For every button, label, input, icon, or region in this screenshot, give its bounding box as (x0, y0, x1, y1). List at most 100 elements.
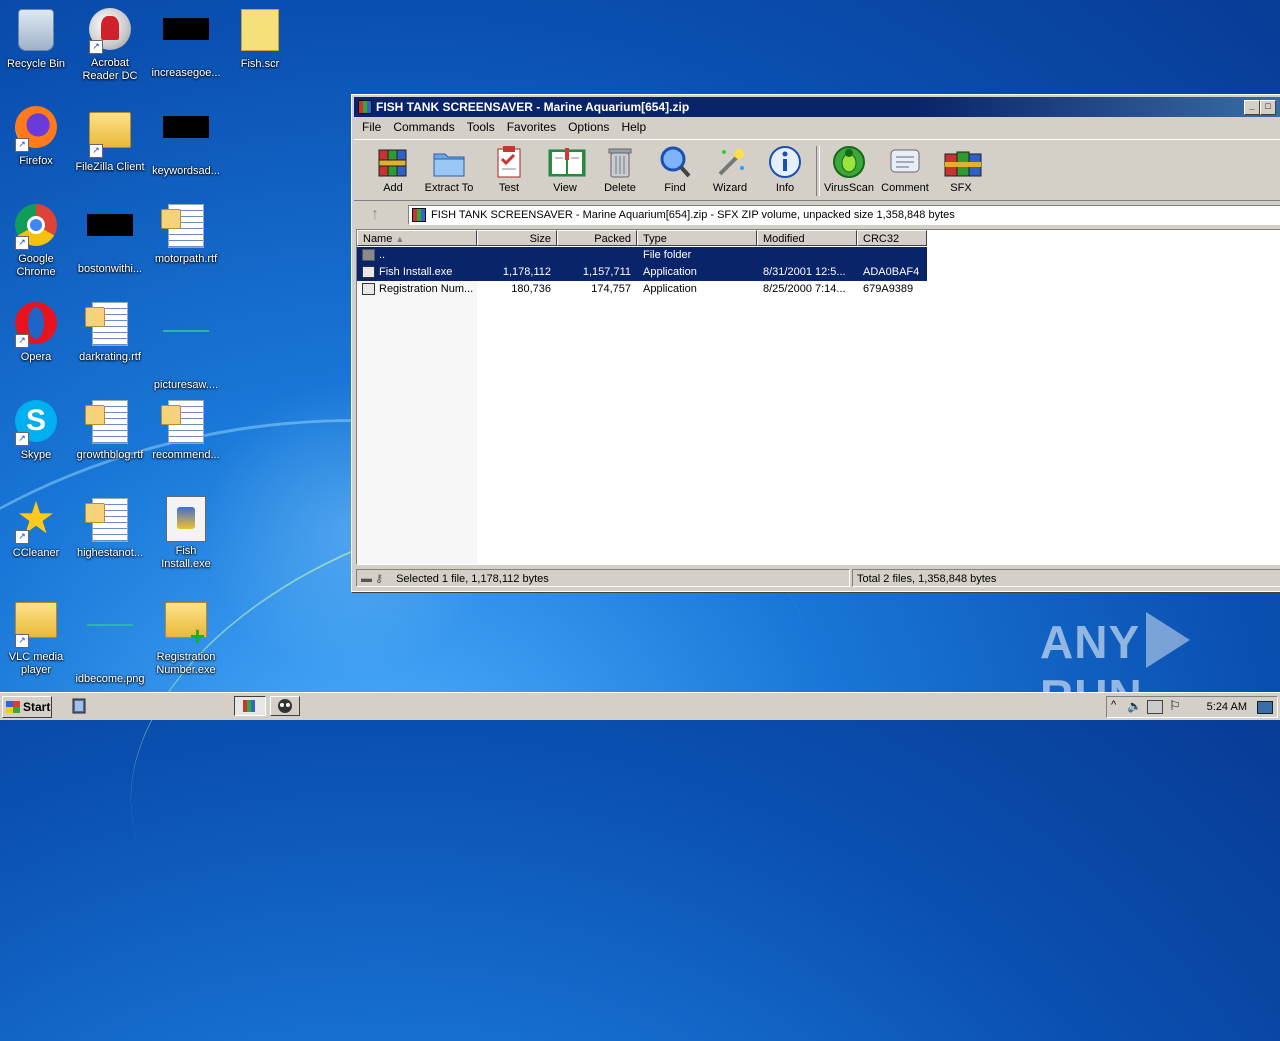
flag-icon[interactable]: ⚐ (1169, 698, 1181, 714)
rtf-document-icon (85, 302, 128, 346)
info-label: Info (775, 182, 795, 194)
chevron-up-icon[interactable]: ^ (1111, 699, 1116, 711)
desktop-icon-picturesaw[interactable]: picturesaw.... (150, 300, 222, 392)
shortcut-arrow-icon: ↗ (15, 334, 29, 348)
image-file-icon (87, 624, 133, 626)
image-file-icon (163, 330, 209, 332)
desktop-icon-vlc[interactable]: ↗ VLC media player (0, 594, 72, 677)
winrar-icon (358, 100, 372, 114)
volume-icon[interactable]: 🔈 (1127, 699, 1142, 713)
status-bar: ▬ ⚷ Selected 1 file, 1,178,112 bytes Tot… (354, 569, 1280, 589)
shortcut-arrow-icon: ↗ (15, 138, 29, 152)
menu-tools[interactable]: Tools (464, 120, 498, 134)
column-header-type[interactable]: Type (637, 230, 757, 246)
menu-favorites[interactable]: Favorites (504, 120, 559, 134)
column-header-name[interactable]: Name ▲ (357, 230, 477, 246)
minimize-button[interactable]: _ (1244, 100, 1260, 115)
redacted-file-icon (163, 116, 209, 138)
network-icon[interactable] (1147, 700, 1163, 714)
window-titlebar[interactable]: FISH TANK SCREENSAVER - Marine Aquarium[… (354, 97, 1280, 117)
screensaver-file-icon (241, 9, 279, 51)
menu-options[interactable]: Options (565, 120, 612, 134)
desktop-icon-ccleaner[interactable]: ★ ↗ CCleaner (0, 496, 72, 560)
desktop-icon-skype[interactable]: S ↗ Skype (0, 398, 72, 462)
window-title: FISH TANK SCREENSAVER - Marine Aquarium[… (376, 100, 690, 114)
test-clipboard-icon (491, 144, 527, 180)
desktop-icon-firefox[interactable]: ↗ Firefox (0, 104, 72, 168)
taskbar-winrar-button[interactable] (234, 696, 266, 716)
wand-icon (712, 144, 748, 180)
installer-exe-icon (166, 496, 206, 542)
view-button[interactable]: View (537, 142, 593, 194)
vlc-folder-icon (15, 602, 57, 638)
sfx-button[interactable]: SFX (933, 142, 989, 194)
info-icon (767, 144, 803, 180)
toolbar: Add Extract To Test View Delete Find Wiz… (354, 139, 1280, 201)
desktop-icon-increasegoe[interactable]: increasegoe... (150, 6, 222, 80)
desktop-icon-fish-install[interactable]: Fish Install.exe (150, 496, 222, 571)
delete-button[interactable]: Delete (592, 142, 648, 194)
maximize-button[interactable]: □ (1260, 100, 1276, 115)
desktop-icon-idbecome[interactable]: idbecome.png (74, 594, 146, 686)
desktop-icon-opera[interactable]: ↗ Opera (0, 300, 72, 364)
desktop-icon-recommend[interactable]: recommend... (150, 398, 222, 462)
column-header-crc32[interactable]: CRC32 (857, 230, 927, 246)
menu-commands[interactable]: Commands (390, 120, 457, 134)
clock[interactable]: 5:24 AM (1207, 697, 1247, 717)
desktop-icon-fish-scr[interactable]: Fish.scr (224, 6, 296, 71)
taskbar-app-button[interactable] (270, 696, 300, 716)
status-total: Total 2 files, 1,358,848 bytes (852, 569, 1280, 587)
show-desktop-icon[interactable] (1257, 701, 1273, 714)
archive-path-text: FISH TANK SCREENSAVER - Marine Aquarium[… (431, 209, 955, 221)
comment-button[interactable]: Comment (877, 142, 933, 194)
info-button[interactable]: Info (757, 142, 813, 194)
address-bar: ↑ FISH TANK SCREENSAVER - Marine Aquariu… (354, 205, 1280, 227)
desktop-icon-growthblog[interactable]: growthblog.rtf (74, 398, 146, 462)
trash-icon (602, 144, 638, 180)
column-header-size[interactable]: Size (477, 230, 557, 246)
table-row[interactable]: Registration Num... 180,736 174,757 Appl… (357, 281, 927, 298)
desktop-icon-darkrating[interactable]: darkrating.rtf (74, 300, 146, 364)
rtf-document-icon (161, 204, 204, 248)
desktop-icon-registration[interactable]: + Registration Number.exe (150, 594, 222, 677)
up-level-button[interactable]: ↑ (356, 206, 394, 226)
find-label: Find (664, 182, 686, 194)
test-label: Test (498, 182, 520, 194)
desktop-icon-acrobat[interactable]: ↗ Acrobat Reader DC (74, 6, 146, 83)
virusscan-button[interactable]: VirusScan (821, 142, 877, 194)
test-button[interactable]: Test (481, 142, 537, 194)
find-button[interactable]: Find (647, 142, 703, 194)
application-file-icon (362, 283, 375, 295)
start-button[interactable]: Start (2, 696, 52, 718)
rtf-document-icon (85, 400, 128, 444)
desktop-icon-recycle-bin[interactable]: Recycle Bin (0, 6, 72, 71)
desktop-icon-bostonwithi[interactable]: bostonwithi... (74, 202, 146, 276)
add-button[interactable]: Add (365, 142, 421, 194)
comment-icon (887, 144, 923, 180)
desktop-icon-chrome[interactable]: ↗ Google Chrome (0, 202, 72, 279)
status-selected: ▬ ⚷ Selected 1 file, 1,178,112 bytes (356, 569, 850, 587)
desktop-icon-filezilla[interactable]: ↗ FileZilla Client (74, 104, 146, 174)
archive-path-field[interactable]: FISH TANK SCREENSAVER - Marine Aquarium[… (408, 205, 1280, 225)
arrow-up-icon: ↑ (371, 206, 379, 223)
magnifier-icon (657, 144, 693, 180)
sfx-label: SFX (950, 182, 972, 194)
extract-to-button[interactable]: Extract To (421, 142, 477, 194)
desktop-icon-keywordsad[interactable]: keywordsad... (150, 104, 222, 178)
table-row[interactable]: .. File folder (357, 247, 927, 264)
redacted-file-icon (87, 214, 133, 236)
desktop-icon-highestanot[interactable]: highestanot... (74, 496, 146, 560)
add-plus-icon: + (189, 621, 205, 651)
drive-key-icon: ▬ ⚷ (361, 573, 384, 585)
shortcut-arrow-icon: ↗ (15, 236, 29, 250)
desktop-icon-motorpath[interactable]: motorpath.rtf (150, 202, 222, 266)
menu-file[interactable]: File (359, 120, 384, 134)
column-header-modified[interactable]: Modified (757, 230, 857, 246)
column-header-packed[interactable]: Packed (557, 230, 637, 246)
wizard-button[interactable]: Wizard (702, 142, 758, 194)
winrar-window: FISH TANK SCREENSAVER - Marine Aquarium[… (351, 94, 1280, 592)
table-row[interactable]: Fish Install.exe 1,178,112 1,157,711 App… (357, 264, 927, 281)
menu-help[interactable]: Help (618, 120, 649, 134)
quicklaunch-media-icon[interactable] (70, 697, 90, 715)
shortcut-arrow-icon: ↗ (15, 432, 29, 446)
